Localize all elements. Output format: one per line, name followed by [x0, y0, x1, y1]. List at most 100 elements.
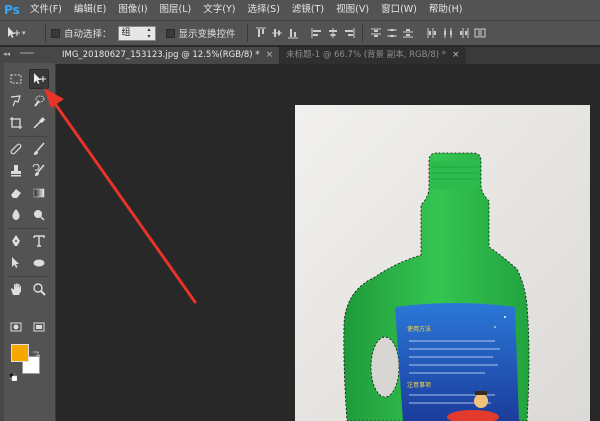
align-bottom-icon: [287, 29, 298, 39]
menu-edit[interactable]: 编辑(E): [68, 0, 112, 20]
gradient-tool[interactable]: [29, 183, 49, 203]
screen-mode-button[interactable]: [29, 317, 49, 337]
history-brush-icon: [32, 164, 45, 176]
zoom-tool[interactable]: [29, 279, 49, 299]
bottle-photo: 使用方法 注意事项: [295, 105, 590, 421]
lasso-tool[interactable]: [6, 91, 26, 111]
move-icon: [34, 73, 46, 84]
bandage-icon: [10, 143, 22, 155]
distribute-right-button[interactable]: [457, 26, 471, 40]
crop-tool[interactable]: [6, 113, 26, 133]
align-top-button[interactable]: [254, 26, 268, 40]
label-title: 使用方法: [407, 325, 431, 333]
hand-icon: [11, 283, 21, 295]
move-tool-icon: [8, 27, 20, 38]
show-transform-checkbox[interactable]: [165, 28, 175, 38]
close-icon[interactable]: ×: [266, 47, 274, 64]
path-select-icon: [12, 257, 19, 268]
distribute-vcenter-button[interactable]: [385, 26, 399, 40]
lasso-icon: [10, 95, 21, 107]
zoom-icon: [33, 283, 46, 296]
collapse-icon[interactable]: ◂◂: [3, 50, 10, 58]
rectangular-marquee-tool[interactable]: [6, 69, 26, 89]
pen-tool[interactable]: [6, 231, 26, 251]
align-left-icon: [311, 28, 321, 38]
eraser-icon: [11, 189, 21, 198]
tab-label: 未标题-1 @ 66.7% (背景 副本, RGB/8) *: [286, 50, 447, 60]
photoshop-window: Ps 文件(F) 编辑(E) 图像(I) 图层(L) 文字(Y) 选择(S) 滤…: [0, 0, 600, 421]
close-icon[interactable]: ×: [452, 47, 460, 64]
blur-tool[interactable]: [6, 205, 26, 225]
auto-select-checkbox[interactable]: [51, 28, 60, 38]
swap-colors-icon[interactable]: [32, 344, 41, 358]
menu-image[interactable]: 图像(I): [112, 0, 153, 20]
quick-selection-tool[interactable]: [29, 91, 49, 111]
align-hcenter-icon: [328, 28, 337, 38]
distribute-hcenter-icon: [443, 28, 452, 38]
menu-help[interactable]: 帮助(H): [423, 0, 469, 20]
tab-untitled-document[interactable]: 未标题-1 @ 66.7% (背景 副本, RGB/8) * ×: [280, 47, 466, 64]
align-hcenter-button[interactable]: [326, 26, 340, 40]
tab-label: IMG_20180627_153123.jpg @ 12.5%(RGB/8) *: [62, 50, 260, 60]
toolbox-grip[interactable]: [20, 52, 34, 54]
history-brush-tool[interactable]: [29, 161, 49, 181]
chevron-down-icon: ▾: [22, 29, 26, 37]
ellipse-tool[interactable]: [29, 253, 49, 273]
tab-img-document[interactable]: IMG_20180627_153123.jpg @ 12.5%(RGB/8) *…: [56, 47, 281, 64]
divider: [8, 276, 48, 277]
align-right-icon: [344, 28, 355, 38]
dodge-tool[interactable]: [29, 205, 49, 225]
menu-view[interactable]: 视图(V): [330, 0, 375, 20]
align-vcenter-icon: [271, 29, 282, 37]
align-left-button[interactable]: [310, 26, 324, 40]
clone-stamp-tool[interactable]: [6, 161, 26, 181]
document-tabs: IMG_20180627_153123.jpg @ 12.5%(RGB/8) *…: [56, 47, 600, 64]
photoshop-logo: Ps: [4, 3, 20, 17]
toolbox-header[interactable]: ◂◂: [0, 47, 56, 63]
menu-window[interactable]: 窗口(W): [375, 0, 423, 20]
distribute-top-button[interactable]: [369, 26, 383, 40]
toolbox-edge: [0, 63, 4, 421]
gradient-icon: [33, 188, 45, 198]
default-colors-icon[interactable]: [8, 366, 18, 382]
eyedropper-icon: [33, 117, 46, 129]
auto-align-icon: [474, 28, 486, 38]
divider: [8, 228, 48, 229]
ellipse-icon: [33, 259, 45, 267]
auto-select-dropdown[interactable]: 组: [117, 25, 156, 41]
brush-icon: [34, 142, 45, 155]
divider: [246, 24, 248, 42]
align-right-button[interactable]: [342, 26, 356, 40]
show-transform-label: 显示变换控件: [178, 29, 236, 40]
quick-select-icon: [34, 95, 45, 107]
canvas-area[interactable]: 使用方法 注意事项: [56, 64, 600, 421]
foreground-color-swatch[interactable]: [11, 344, 29, 362]
menu-select[interactable]: 选择(S): [241, 0, 285, 20]
tool-preset-picker[interactable]: ▾: [6, 23, 40, 43]
distribute-left-icon: [427, 28, 436, 38]
type-tool[interactable]: [29, 231, 49, 251]
label-warning: 注意事项: [407, 381, 431, 389]
menu-type[interactable]: 文字(Y): [197, 0, 241, 20]
spot-healing-tool[interactable]: [6, 139, 26, 159]
distribute-hcenter-button[interactable]: [441, 26, 455, 40]
menu-file[interactable]: 文件(F): [24, 0, 68, 20]
align-vcenter-button[interactable]: [270, 26, 284, 40]
distribute-bottom-button[interactable]: [401, 26, 415, 40]
hand-tool[interactable]: [6, 279, 26, 299]
align-bottom-button[interactable]: [286, 26, 300, 40]
quick-mask-button[interactable]: [6, 317, 26, 337]
eyedropper-tool[interactable]: [29, 113, 49, 133]
distribute-bottom-icon: [402, 29, 413, 38]
document-canvas[interactable]: 使用方法 注意事项: [295, 105, 590, 421]
menu-filter[interactable]: 滤镜(T): [286, 0, 330, 20]
menu-layer[interactable]: 图层(L): [154, 0, 198, 20]
stamp-icon: [11, 165, 21, 177]
auto-align-button[interactable]: [473, 26, 487, 40]
eraser-tool[interactable]: [6, 183, 26, 203]
move-tool[interactable]: [29, 69, 49, 89]
brush-tool[interactable]: [29, 139, 49, 159]
distribute-left-button[interactable]: [425, 26, 439, 40]
divider: [8, 136, 48, 137]
path-selection-tool[interactable]: [6, 253, 26, 273]
